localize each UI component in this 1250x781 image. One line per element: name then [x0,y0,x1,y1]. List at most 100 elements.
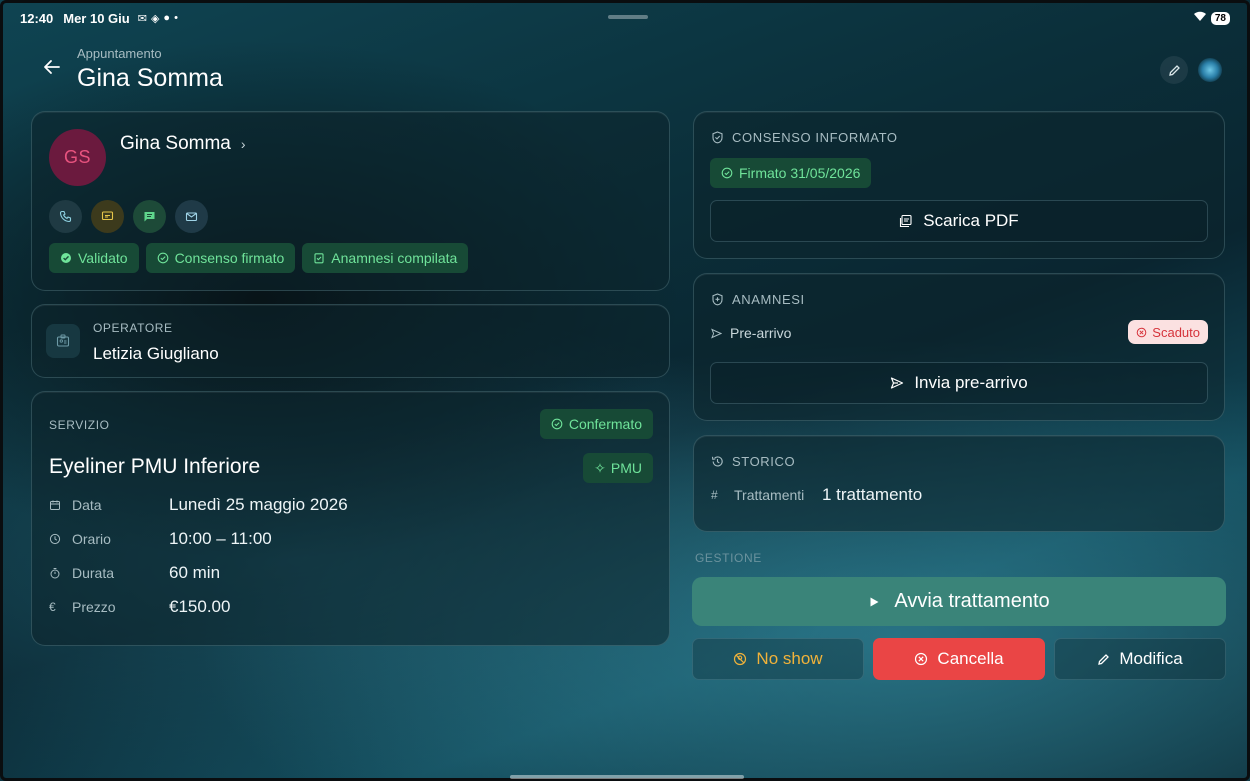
button-label: Scarica PDF [923,211,1019,230]
clock-icon [49,533,63,545]
detail-label: Orario [72,531,111,547]
wifi-icon [1193,11,1207,25]
start-treatment-button[interactable]: Avvia trattamento [692,577,1226,626]
service-category-badge: ✧ PMU [583,453,653,483]
status-right: 78 [1193,11,1230,25]
notification-dot-icon: • [174,12,178,24]
treatments-value: 1 trattamento [822,485,923,504]
operator-name: Letizia Giugliano [93,344,219,363]
anamnesi-card: ANAMNESI Pre-arrivo Scaduto Invia pre-ar… [693,273,1225,421]
pre-arrivo-row: Pre-arrivo [711,325,791,341]
check-circle-icon [157,252,168,264]
section-title: STORICO [732,454,796,469]
detail-label: Data [72,497,102,513]
check-circle-icon [551,418,563,430]
x-circle-icon [1136,327,1147,337]
client-name-link[interactable]: Gina Somma › [120,133,246,155]
section-title: ANAMNESI [732,292,805,307]
send-icon [711,328,722,338]
shield-check-icon [712,131,723,144]
button-label: Cancella [937,649,1004,668]
service-status-badge: Confermato [539,409,653,439]
history-card: STORICO # Trattamenti 1 trattamento [693,435,1225,532]
notification-account-icon: ● [163,12,171,24]
chat-button[interactable] [133,200,166,233]
operator-card: OPERATORE Letizia Giugliano [31,304,670,378]
home-indicator[interactable] [510,775,744,779]
validated-badge: Validato [49,243,139,273]
send-pre-arrivo-button[interactable]: Invia pre-arrivo [710,362,1208,404]
pencil-icon [1098,653,1110,665]
anamnesi-heading: ANAMNESI [711,292,805,307]
history-icon [711,456,723,467]
message-icon [101,211,114,221]
consent-card: CONSENSO INFORMATO Firmato 31/05/2026 Sc… [693,111,1225,259]
sparkle-icon: ✧ [594,459,606,476]
client-name: Gina Somma [120,133,231,154]
header-edit-button[interactable] [1160,56,1188,84]
clipboard-check-icon [314,253,324,264]
detail-value: 10:00 – 11:00 [169,529,272,548]
operator-label: OPERATORE [93,321,173,335]
page-title: Gina Somma [77,64,223,92]
shield-plus-icon [712,293,723,306]
consent-signed-badge: Consenso firmato [145,243,296,273]
call-button[interactable] [49,200,82,233]
consent-signed-date-badge: Firmato 31/05/2026 [710,158,872,188]
status-date: Mer 10 Giu [63,10,130,26]
calendar-icon [49,499,63,511]
badge-label: Validato [78,250,128,266]
check-circle-icon [721,167,733,179]
status-label: Scaduto [1152,324,1200,340]
x-circle-icon [915,652,928,666]
pre-arrivo-label: Pre-arrivo [730,325,792,341]
pdf-icon [900,214,912,228]
expired-status-badge: Scaduto [1128,320,1208,344]
edit-button[interactable]: Modifica [1054,638,1226,680]
button-label: Avvia trattamento [894,590,1050,612]
hash-icon: # [711,488,718,502]
button-label: Modifica [1119,649,1183,668]
detail-row-price: € Prezzo €150.00 [49,597,230,617]
client-badges: Validato Consenso firmato Anamnesi compi… [49,243,469,273]
signed-label: Firmato 31/05/2026 [739,165,861,181]
battery-indicator: 78 [1210,11,1230,25]
back-button[interactable] [40,58,64,82]
detail-row-time: Orario 10:00 – 11:00 [49,529,272,549]
status-time: 12:40 [20,10,54,26]
detail-label: Durata [72,565,115,581]
arrow-left-icon [44,60,60,74]
chevron-right-icon: › [240,136,246,152]
detail-value: Lunedì 25 maggio 2026 [169,495,348,514]
send-icon [891,377,904,389]
check-badge-icon [61,253,71,263]
top-drag-handle[interactable] [608,15,648,19]
service-title: Eyeliner PMU Inferiore [49,455,261,478]
euro-icon: € [49,600,56,614]
avatar: GS [49,129,106,186]
history-heading: STORICO [711,454,795,469]
consent-heading: CONSENSO INFORMATO [711,130,898,145]
cancel-button[interactable]: Cancella [873,638,1045,680]
treatments-row: # Trattamenti 1 trattamento [711,485,922,505]
badge-label: Consenso firmato [174,250,285,266]
pencil-icon [1168,64,1180,76]
operator-badge-icon [46,324,80,358]
client-card: GS Gina Somma › Validato Consenso firmat… [31,111,670,291]
category-label: PMU [610,460,642,476]
user-off-icon [734,652,747,666]
button-label: Invia pre-arrivo [914,373,1028,392]
download-pdf-button[interactable]: Scarica PDF [710,200,1208,242]
sms-button[interactable] [91,200,124,233]
detail-label: Prezzo [72,599,116,615]
badge-label: Anamnesi compilata [331,250,458,266]
treatments-label: Trattamenti [734,487,805,503]
section-title: CONSENSO INFORMATO [732,130,898,145]
timer-icon [49,567,63,579]
email-button[interactable] [175,200,208,233]
assistant-orb-button[interactable] [1198,58,1222,82]
service-label: SERVIZIO [49,418,110,432]
chat-bubble-icon [144,212,155,222]
no-show-button[interactable]: No show [692,638,864,680]
page-subtitle: Appuntamento [77,46,162,61]
